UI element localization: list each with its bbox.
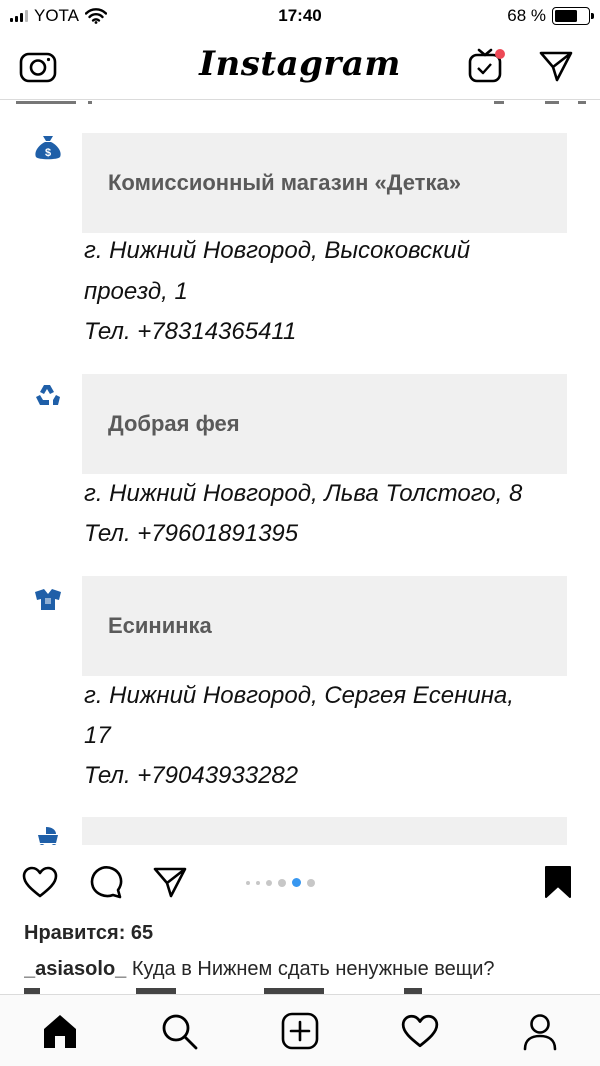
likes-count[interactable]: Нравится: 65 — [24, 922, 153, 945]
tab-activity[interactable] — [398, 1009, 442, 1053]
home-icon — [44, 1015, 76, 1048]
direct-message-icon — [153, 867, 187, 898]
igtv-button[interactable] — [466, 46, 506, 86]
caption-text: Куда в Нижнем сдать ненужные вещи? — [131, 958, 495, 980]
post-caption: _asiasolo_ Куда в Нижнем сдать ненужные … — [24, 958, 584, 981]
entry-title-box: Комиссионный магазин «Детка» — [82, 133, 567, 233]
tab-new-post[interactable] — [278, 1009, 322, 1053]
top-navigation: Instagram — [0, 34, 600, 100]
carousel-dot — [246, 880, 250, 885]
like-button[interactable] — [20, 862, 60, 902]
baby-clothes-icon — [35, 589, 61, 610]
direct-message-icon — [539, 51, 573, 82]
post-action-bar — [0, 852, 600, 912]
carousel-indicator — [246, 878, 315, 887]
store-address: г. Нижний Новгород, Льва Толстого, 8 — [84, 480, 523, 507]
bottom-tab-bar — [0, 994, 600, 1066]
bookmark-icon — [545, 866, 571, 898]
caption-username[interactable]: _asiasolo_ — [24, 958, 126, 980]
recycle-icon — [36, 385, 60, 405]
battery-icon — [552, 7, 594, 25]
store-name: Есининка — [108, 613, 212, 638]
store-name: Комиссионный магазин «Детка» — [108, 170, 461, 195]
svg-text:$: $ — [45, 147, 51, 159]
store-address: 17 — [84, 722, 111, 749]
comment-icon — [90, 866, 123, 899]
post-image[interactable]: $ Комиссионный магазин «Детка» г. Нижний… — [0, 101, 600, 845]
comment-button[interactable] — [86, 862, 126, 902]
store-phone: Тел. +79601891395 — [84, 520, 299, 547]
entry-title-box: Добрая фея — [82, 374, 567, 474]
entry-title-box — [82, 817, 567, 845]
igtv-icon — [468, 48, 505, 83]
cropped-text-fragment — [16, 101, 586, 104]
store-name: Добрая фея — [108, 411, 240, 436]
share-button[interactable] — [150, 862, 190, 902]
store-address: г. Нижний Новгород, Высоковский — [84, 237, 471, 264]
tab-profile[interactable] — [518, 1009, 562, 1053]
store-phone: Тел. +78314365411 — [84, 318, 297, 345]
carousel-dot — [266, 879, 272, 886]
battery-group: 68 % — [507, 6, 594, 26]
save-button[interactable] — [538, 862, 578, 902]
carousel-dot — [307, 878, 315, 887]
activity-icon — [401, 1014, 439, 1048]
entry-title-box: Есининка — [82, 576, 567, 676]
tab-search[interactable] — [157, 1009, 201, 1053]
carousel-dot — [278, 878, 286, 887]
carousel-dot-active — [292, 878, 301, 887]
status-bar: YOTA 17:40 68 % — [0, 0, 600, 34]
stroller-icon — [38, 827, 58, 845]
heart-icon — [22, 866, 58, 898]
direct-message-button[interactable] — [536, 46, 576, 86]
instagram-logo[interactable]: Instagram — [0, 44, 600, 84]
carousel-dot — [256, 880, 260, 885]
search-icon — [162, 1014, 198, 1050]
store-address: г. Нижний Новгород, Сергея Есенина, — [84, 682, 514, 709]
profile-icon — [523, 1014, 557, 1051]
notification-dot — [495, 49, 505, 59]
battery-percent: 68 % — [507, 6, 546, 25]
store-phone: Тел. +79043933282 — [84, 762, 299, 789]
tab-home[interactable] — [38, 1009, 82, 1053]
store-address: проезд, 1 — [84, 278, 188, 305]
money-bag-icon: $ — [35, 136, 61, 160]
new-post-icon — [281, 1012, 319, 1050]
